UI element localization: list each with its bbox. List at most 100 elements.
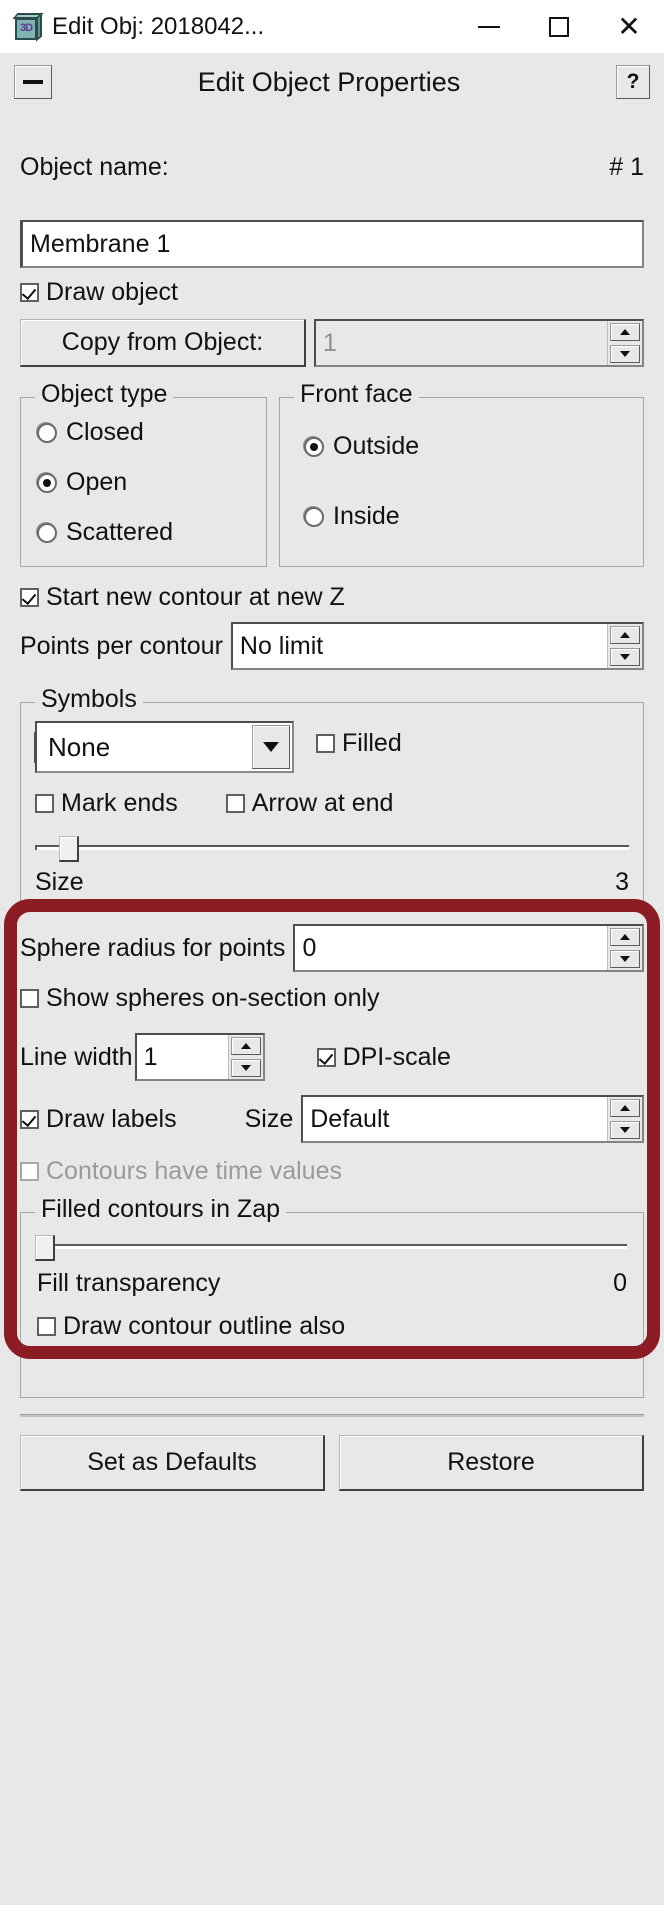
points-per-contour-arrows[interactable]: [607, 624, 642, 668]
sphere-radius-value: 0: [302, 933, 317, 962]
arrow-at-end-checkbox-row[interactable]: Arrow at end: [225, 789, 394, 817]
symbol-size-slider[interactable]: [35, 834, 629, 864]
draw-contour-outline-checkbox[interactable]: [37, 1317, 56, 1336]
draw-object-checkbox[interactable]: [20, 283, 39, 302]
close-icon: ✕: [617, 10, 641, 42]
start-new-contour-checkbox[interactable]: [20, 588, 39, 607]
show-spheres-on-section-row[interactable]: Show spheres on-section only: [20, 986, 644, 1011]
symbol-size-label: Size: [35, 868, 84, 896]
front-face-group: Front face Outside Inside: [279, 380, 644, 567]
line-width-arrows[interactable]: [227, 1035, 263, 1079]
radio-scattered-indicator[interactable]: [37, 522, 57, 543]
object-name-input[interactable]: Membrane 1: [20, 220, 644, 268]
minimize-button[interactable]: [454, 0, 524, 53]
show-spheres-on-section-label: Show spheres on-section only: [46, 984, 380, 1012]
window-titlebar: 3D Edit Obj: 2018042... ✕: [0, 0, 664, 53]
points-per-contour-spinner[interactable]: No limit: [230, 622, 644, 670]
radio-object-type-open[interactable]: Open: [37, 468, 266, 497]
close-button[interactable]: ✕: [594, 0, 664, 53]
maximize-button[interactable]: [524, 0, 594, 53]
copy-from-object-button[interactable]: Copy from Object:: [20, 319, 306, 367]
radio-front-face-outside[interactable]: Outside: [304, 432, 643, 461]
spinner-up-button[interactable]: [610, 323, 640, 341]
slider-thumb[interactable]: [58, 836, 79, 862]
radio-outside-label: Outside: [333, 432, 420, 460]
radio-outside-indicator[interactable]: [304, 436, 324, 457]
window-bottom-edge: [0, 1905, 664, 1911]
radio-object-type-scattered[interactable]: Scattered: [37, 518, 266, 547]
label-size-value: Default: [310, 1104, 390, 1133]
spinner-down-button[interactable]: [610, 345, 640, 363]
triangle-up-icon: [620, 632, 630, 638]
line-width-value: 1: [143, 1042, 158, 1071]
help-button[interactable]: ?: [616, 65, 650, 99]
spinner-down-button[interactable]: [610, 648, 640, 666]
draw-object-checkbox-row[interactable]: Draw object: [20, 280, 644, 305]
filled-label: Filled: [342, 729, 402, 757]
label-size-arrows[interactable]: [607, 1097, 642, 1141]
set-as-defaults-button[interactable]: Set as Defaults: [20, 1435, 325, 1491]
draw-contour-outline-row[interactable]: Draw contour outline also: [21, 1298, 643, 1339]
show-spheres-on-section-checkbox[interactable]: [20, 989, 39, 1008]
triangle-up-icon: [240, 1043, 251, 1049]
label-size-spinner[interactable]: Default: [301, 1095, 644, 1143]
line-width-spinner[interactable]: 1: [134, 1033, 265, 1081]
maximize-icon: [549, 16, 569, 37]
spinner-down-button[interactable]: [230, 1059, 261, 1077]
triangle-up-icon: [620, 934, 630, 940]
radio-inside-indicator[interactable]: [304, 506, 324, 527]
draw-labels-row: Draw labels Size Default: [20, 1095, 644, 1143]
spinner-up-button[interactable]: [230, 1037, 261, 1055]
object-name-row: Object name: # 1: [20, 153, 644, 182]
spinner-down-button[interactable]: [610, 950, 640, 968]
arrow-at-end-checkbox[interactable]: [225, 794, 245, 813]
filled-checkbox[interactable]: [316, 734, 335, 753]
spinner-up-button[interactable]: [610, 928, 640, 946]
dpi-scale-checkbox[interactable]: [316, 1047, 336, 1067]
restore-button[interactable]: Restore: [339, 1435, 644, 1491]
symbol-type-dropdown-button[interactable]: [252, 725, 290, 769]
edit-object-properties-window: 3D Edit Obj: 2018042... ✕ Edit Object Pr…: [0, 0, 664, 1911]
symbol-type-combo[interactable]: None: [34, 721, 294, 773]
fill-transparency-slider[interactable]: [35, 1233, 627, 1263]
sphere-radius-arrows[interactable]: [607, 926, 642, 970]
draw-labels-checkbox[interactable]: [20, 1109, 39, 1129]
radio-open-indicator[interactable]: [37, 472, 57, 493]
copy-from-object-spinner[interactable]: 1: [314, 319, 644, 367]
triangle-up-icon: [620, 329, 630, 335]
radio-scattered-label: Scattered: [66, 518, 174, 546]
slider-thumb[interactable]: [35, 1235, 55, 1261]
radio-front-face-inside[interactable]: Inside: [304, 502, 643, 531]
slider-track[interactable]: [37, 1244, 627, 1249]
draw-labels-checkbox-row[interactable]: Draw labels: [20, 1106, 177, 1132]
symbol-type-value: None: [34, 731, 252, 763]
cube-3d-icon-label: 3D: [19, 21, 33, 34]
object-name-label: Object name:: [20, 153, 169, 181]
start-new-contour-label: Start new contour at new Z: [46, 583, 345, 611]
spinner-up-button[interactable]: [610, 626, 640, 644]
spinner-up-button[interactable]: [610, 1099, 640, 1117]
radio-object-type-closed[interactable]: Closed: [37, 418, 266, 447]
points-per-contour-value: No limit: [239, 631, 324, 660]
slider-track[interactable]: [35, 845, 629, 850]
chevron-down-icon: [263, 742, 279, 752]
symbols-group: Symbols None Filled Mark ends Arrow at e…: [20, 685, 644, 908]
filled-checkbox-row[interactable]: Filled: [316, 731, 402, 756]
start-new-contour-row[interactable]: Start new contour at new Z: [20, 585, 644, 610]
symbols-group-title: Symbols: [35, 685, 143, 714]
mark-ends-checkbox[interactable]: [35, 794, 54, 813]
contours-time-values-row: Contours have time values: [20, 1159, 644, 1184]
copy-from-object-arrows[interactable]: [607, 321, 642, 365]
arrow-at-end-label: Arrow at end: [251, 789, 394, 817]
spinner-down-button[interactable]: [610, 1121, 640, 1139]
symbol-options-row: Mark ends Arrow at end: [21, 773, 643, 816]
label-size-label: Size: [244, 1104, 294, 1133]
minus-icon: [23, 80, 43, 84]
sphere-radius-spinner[interactable]: 0: [293, 924, 644, 972]
dpi-scale-checkbox-row[interactable]: DPI-scale: [316, 1044, 451, 1070]
radio-closed-indicator[interactable]: [37, 422, 57, 443]
copy-from-object-value: 1: [323, 328, 337, 357]
mark-ends-checkbox-row[interactable]: Mark ends: [35, 791, 178, 816]
cube-3d-icon: 3D: [12, 11, 44, 42]
fill-transparency-label: Fill transparency: [37, 1269, 221, 1297]
